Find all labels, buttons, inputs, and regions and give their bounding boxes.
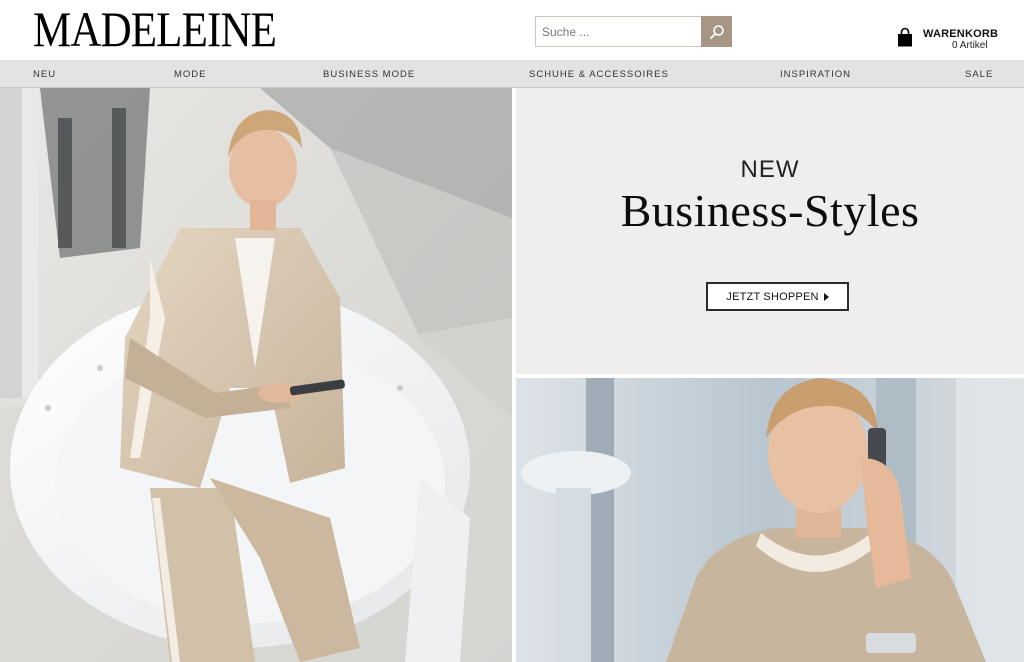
cart-link[interactable]: WARENKORB 0 Artikel xyxy=(897,27,999,53)
cart-title: WARENKORB xyxy=(923,28,999,40)
shop-now-label: JETZT SHOPPEN xyxy=(726,290,819,303)
nav-item-sale[interactable]: SALE xyxy=(965,69,993,80)
arrow-right-icon xyxy=(823,292,829,301)
nav-item-neu[interactable]: NEU xyxy=(33,69,56,80)
hero-illustration-left xyxy=(0,88,512,662)
main-navigation: NEU MODE BUSINESS MODE SCHUHE & ACCESSOI… xyxy=(0,60,1024,88)
nav-item-schuhe-accessoires[interactable]: SCHUHE & ACCESSOIRES xyxy=(529,69,669,80)
hero-image-business-knit[interactable] xyxy=(516,378,1024,662)
search-input[interactable] xyxy=(535,16,701,47)
site-header: MADELEINE WARENKORB 0 Artikel xyxy=(0,0,1024,60)
search-bar xyxy=(535,16,732,47)
promo-panel: NEW Business-Styles JETZT SHOPPEN xyxy=(516,88,1024,374)
nav-item-business-mode[interactable]: BUSINESS MODE xyxy=(323,69,415,80)
promo-title: Business-Styles xyxy=(620,185,920,236)
search-icon xyxy=(709,24,724,39)
shop-now-button[interactable]: JETZT SHOPPEN xyxy=(706,282,849,311)
brand-logo[interactable]: MADELEINE xyxy=(33,4,277,54)
nav-item-inspiration[interactable]: INSPIRATION xyxy=(780,69,851,80)
shopping-bag-icon xyxy=(898,27,912,47)
nav-item-mode[interactable]: MODE xyxy=(174,69,207,80)
hero-illustration-right xyxy=(516,378,1024,662)
cart-count: 0 Artikel xyxy=(952,40,988,51)
search-button[interactable] xyxy=(701,16,732,47)
promo-kicker: NEW xyxy=(740,156,800,183)
hero-image-business-suit[interactable] xyxy=(0,88,512,662)
